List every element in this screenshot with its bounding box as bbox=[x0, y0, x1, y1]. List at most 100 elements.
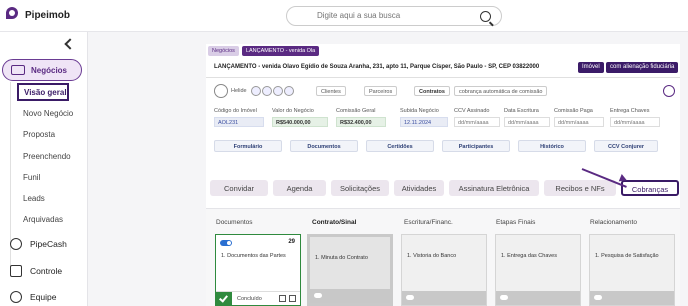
avatar[interactable] bbox=[261, 86, 272, 96]
sidebar-item-novo-negocio[interactable]: Novo Negócio bbox=[23, 109, 73, 118]
contratos-button[interactable]: Contratos bbox=[414, 86, 450, 96]
tab-convidar[interactable]: Convidar bbox=[210, 180, 268, 196]
documentos-button[interactable]: Documentos bbox=[290, 140, 358, 152]
field-subida-negocio[interactable]: 12.11.2024 bbox=[400, 117, 448, 127]
historico-button[interactable]: Histórico bbox=[518, 140, 586, 152]
cloud-icon bbox=[500, 295, 508, 300]
sidebar-item-arquivadas[interactable]: Arquivadas bbox=[23, 215, 63, 224]
deal-actions: Formulário Documentos Certidões Particip… bbox=[214, 140, 666, 152]
responsible-user[interactable]: Helide bbox=[214, 84, 294, 98]
field-valor-negocio[interactable]: R$540.000,00 bbox=[272, 117, 328, 127]
field-label: Entrega Chaves bbox=[610, 108, 650, 114]
clientes-select[interactable]: Clientes bbox=[316, 86, 346, 96]
help-icon[interactable] bbox=[663, 85, 675, 97]
divider bbox=[206, 77, 680, 78]
card-vistoria-banco[interactable]: 1. Vistoria do Banco bbox=[401, 234, 487, 306]
tag-alienacao: com alienação fiduciária bbox=[606, 62, 679, 73]
certidoes-button[interactable]: Certidões bbox=[366, 140, 434, 152]
nav-equipe[interactable]: Equipe bbox=[10, 291, 56, 303]
parceiros-select[interactable]: Parceiros bbox=[364, 86, 398, 96]
tab-recibos-nfs[interactable]: Recibos e NFs bbox=[544, 180, 616, 196]
search-input[interactable] bbox=[317, 11, 467, 20]
card-count: 29 bbox=[288, 239, 295, 245]
card-footer bbox=[402, 291, 486, 305]
stage-escritura: Escritura/Financ. bbox=[404, 219, 453, 226]
tag-imovel: Imóvel bbox=[578, 62, 604, 73]
cloud-icon bbox=[406, 295, 414, 300]
field-label: Comissão Geral bbox=[336, 108, 376, 114]
search-box[interactable] bbox=[286, 6, 502, 26]
field-label: Código do Imóvel bbox=[214, 108, 257, 114]
card-footer bbox=[496, 291, 580, 305]
nav-pipecash[interactable]: PipeCash bbox=[10, 238, 67, 250]
card-title: 1. Minuta do Contrato bbox=[315, 255, 368, 261]
sidebar-item-proposta[interactable]: Proposta bbox=[23, 130, 55, 139]
card-footer bbox=[590, 291, 674, 305]
document-icon[interactable] bbox=[289, 295, 296, 302]
field-label: Comissão Paga bbox=[554, 108, 593, 114]
nav-controle[interactable]: Controle bbox=[10, 265, 62, 277]
grid-icon bbox=[10, 265, 22, 277]
tab-assinatura-eletronica[interactable]: Assinatura Eletrônica bbox=[449, 180, 539, 196]
breadcrumb: Negócios LANÇAMENTO - venida Ola bbox=[208, 46, 320, 56]
breadcrumb-negocios[interactable]: Negócios bbox=[208, 46, 239, 56]
card-minuta-contrato[interactable]: 1. Minuta do Contrato bbox=[307, 234, 393, 306]
tab-solicitacoes[interactable]: Solicitações bbox=[331, 180, 389, 196]
avatar bbox=[214, 84, 228, 98]
cloud-icon bbox=[594, 295, 602, 300]
card-pesquisa-satisfacao[interactable]: 1. Pesquisa de Satisfação bbox=[589, 234, 675, 306]
stage-documentos: Documentos bbox=[216, 219, 253, 226]
tab-atividades[interactable]: Atividades bbox=[394, 180, 444, 196]
nav-pipecash-label: PipeCash bbox=[30, 239, 67, 249]
card-actions bbox=[279, 295, 296, 302]
toggle-switch[interactable] bbox=[220, 240, 232, 246]
cloud-icon bbox=[314, 293, 322, 298]
check-icon bbox=[216, 292, 232, 305]
sidebar-item-visao-geral[interactable]: Visão geral bbox=[17, 83, 69, 101]
avatar[interactable] bbox=[250, 86, 261, 96]
auto-charge-toggle[interactable]: cobrança automática de comissão bbox=[454, 86, 548, 96]
participantes-button[interactable]: Participantes bbox=[442, 140, 510, 152]
card-title: 1. Entrega das Chaves bbox=[501, 253, 557, 259]
stage-etapas-finais: Etapas Finais bbox=[496, 219, 536, 226]
ccv-conjurer-button[interactable]: CCV Conjurer bbox=[594, 140, 658, 152]
nav-negocios-label: Negócios bbox=[31, 65, 68, 75]
top-bar: Pipeimob bbox=[0, 0, 688, 32]
card-title: 1. Vistoria do Banco bbox=[407, 253, 457, 259]
card-entrega-chaves[interactable]: 1. Entrega das Chaves bbox=[495, 234, 581, 306]
tab-cobrancas[interactable]: Cobranças bbox=[621, 180, 679, 196]
app-name: Pipeimob bbox=[25, 9, 71, 21]
nav-negocios[interactable]: Negócios bbox=[2, 59, 82, 81]
calendar-icon[interactable] bbox=[279, 295, 286, 302]
breadcrumb-current[interactable]: LANÇAMENTO - venida Ola bbox=[241, 46, 320, 56]
field-comissao-paga[interactable]: dd/mm/aaaa bbox=[554, 117, 604, 127]
stage-contrato-sinal: Contrato/Sinal bbox=[312, 219, 357, 226]
dollar-icon bbox=[10, 238, 22, 250]
logo-icon bbox=[6, 7, 20, 23]
card-footer bbox=[310, 289, 390, 303]
sidebar-item-funil[interactable]: Funil bbox=[23, 173, 40, 182]
card-title: 1. Documentos das Partes bbox=[221, 253, 286, 259]
field-entrega-chaves[interactable]: dd/mm/aaaa bbox=[610, 117, 660, 127]
field-comissao-geral[interactable]: R$32.400,00 bbox=[336, 117, 386, 127]
sidebar-item-preenchendo[interactable]: Preenchendo bbox=[23, 152, 71, 161]
nav-equipe-label: Equipe bbox=[30, 292, 57, 302]
card-documentos-partes[interactable]: 29 1. Documentos das Partes Concluído bbox=[215, 234, 301, 306]
nav-controle-label: Controle bbox=[30, 266, 63, 276]
formulario-button[interactable]: Formulário bbox=[214, 140, 282, 152]
avatar[interactable] bbox=[283, 86, 294, 96]
field-ccv-assinado[interactable]: dd/mm/aaaa bbox=[454, 117, 500, 127]
field-label: Valor do Negócio bbox=[272, 108, 314, 114]
tab-agenda[interactable]: Agenda bbox=[273, 180, 326, 196]
card-title: 1. Pesquisa de Satisfação bbox=[595, 253, 659, 259]
card-footer: Concluído bbox=[216, 291, 300, 305]
collapse-sidebar-icon[interactable] bbox=[64, 38, 76, 50]
search-icon[interactable] bbox=[480, 11, 491, 22]
field-label: CCV Assinado bbox=[454, 108, 490, 114]
avatar[interactable] bbox=[272, 86, 283, 96]
sidebar-item-leads[interactable]: Leads bbox=[23, 194, 45, 203]
app-logo[interactable]: Pipeimob bbox=[6, 7, 70, 23]
users-icon bbox=[10, 291, 22, 303]
field-data-escritura[interactable]: dd/mm/aaaa bbox=[504, 117, 550, 127]
field-codigo-imovel[interactable]: AOL231 bbox=[214, 117, 264, 127]
